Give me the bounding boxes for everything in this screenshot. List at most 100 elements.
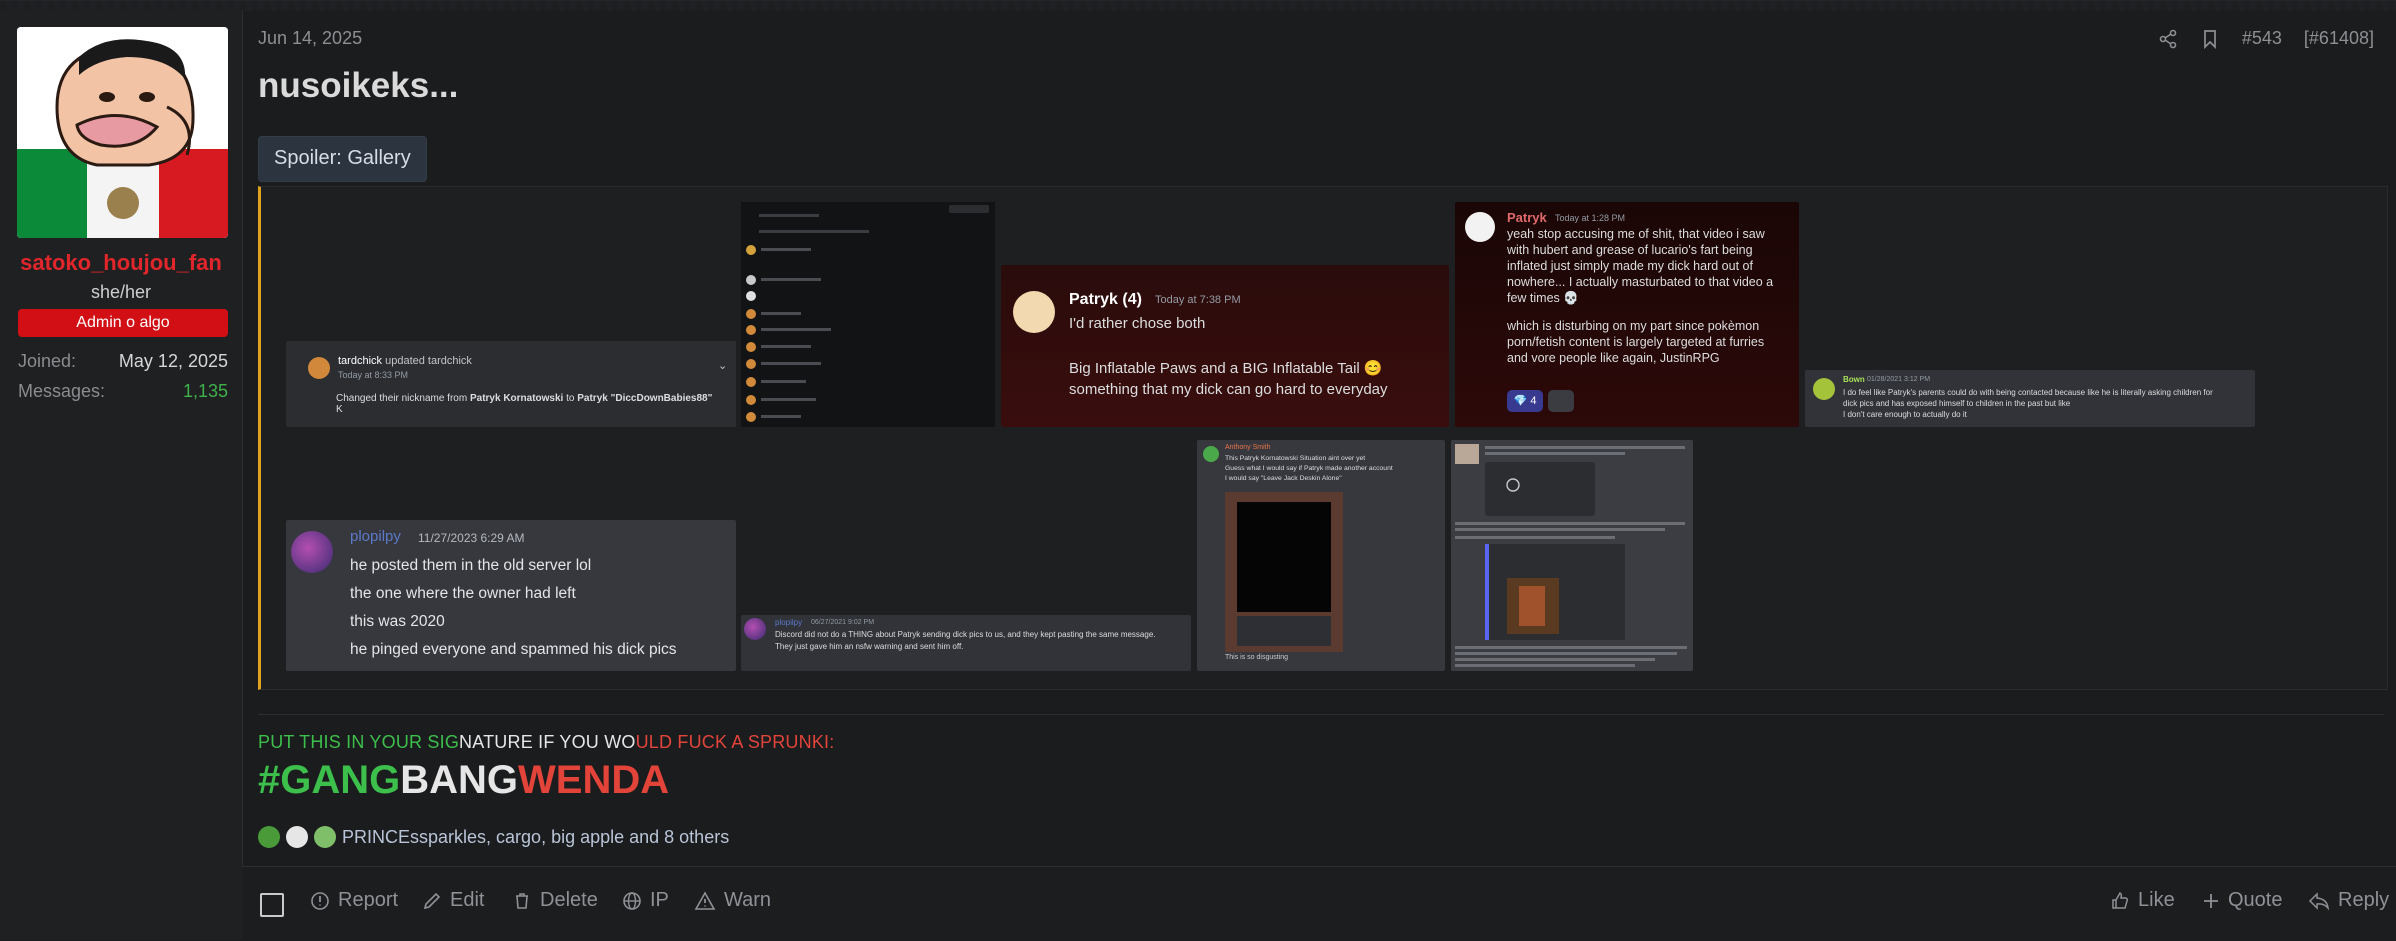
thumb-7-user: plopilpy [775, 618, 803, 627]
thumbs-up-icon [2112, 891, 2129, 909]
edit-icon [423, 892, 441, 909]
thumb-8-footer: This is so disgusting [1225, 654, 1289, 661]
reply-icon [2308, 891, 2330, 910]
thumb-4-line5: few times 💀 [1507, 291, 1579, 305]
edit-button[interactable]: Edit [422, 889, 484, 912]
thumb-1-user: tardchick [338, 355, 383, 367]
thumb-1-to-word: to [566, 393, 575, 404]
joined-label: Joined: [18, 351, 77, 371]
avatar-image [17, 27, 228, 238]
add-reaction-icon [1548, 390, 1574, 412]
reactions-bar[interactable]: PRINCEssparkles, cargo, big apple and 8 … [258, 826, 729, 848]
gallery-image-4[interactable]: Patryk Today at 1:28 PM yeah stop accusi… [1455, 202, 1799, 427]
thumb-3-time: Today at 7:38 PM [1155, 294, 1241, 306]
spoiler-toggle-button[interactable]: Spoiler: Gallery [258, 136, 427, 182]
select-post-checkbox[interactable] [260, 893, 284, 917]
thumb-3-line3: something that my dick can go hard to ev… [1069, 381, 1388, 398]
thumb-1-to: Patryk "DiccDownBabies88" [577, 393, 713, 404]
post-date[interactable]: Jun 14, 2025 [258, 28, 362, 49]
thumb-4-user: Patryk [1507, 210, 1547, 225]
edit-label: Edit [450, 889, 485, 911]
user-avatar [1013, 291, 1055, 333]
role-badge: Admin o algo [18, 309, 228, 337]
thumb-5-user: Bown [1843, 375, 1865, 384]
gallery-image-8[interactable]: Anthony Smith This Patryk Kornatowski Si… [1197, 440, 1445, 671]
thumb-8-body: This Patryk Kornatowski Situation aint o… [1225, 454, 1443, 484]
sig-line-green: PUT THIS IN YOUR SIG [258, 732, 460, 752]
joined-value: May 12, 2025 [118, 351, 228, 371]
thumb-1-from: Patryk Kornatowski [469, 393, 564, 404]
post-title: nusoikeks... [258, 66, 459, 105]
avatar[interactable] [17, 27, 228, 238]
thumb-4-line1: yeah stop accusing me of shit, that vide… [1507, 227, 1765, 241]
report-button[interactable]: Report [310, 889, 398, 912]
reactions-summary[interactable]: PRINCEssparkles, cargo, big apple and 8 … [342, 827, 729, 848]
delete-button[interactable]: Delete [512, 889, 598, 912]
user-avatar [744, 618, 766, 640]
ip-button[interactable]: IP [622, 889, 669, 912]
thumb-4-body: yeah stop accusing me of shit, that vide… [1507, 226, 1795, 366]
user-avatar [1813, 378, 1835, 400]
user-avatar [308, 357, 330, 379]
post-actions: #543 [#61408] [2158, 28, 2374, 49]
reply-label: Reply [2338, 889, 2390, 911]
reaction-skull-icon [286, 826, 308, 848]
thumb-2-content [741, 202, 995, 427]
thumb-9-content [1451, 440, 1693, 671]
like-label: Like [2138, 889, 2175, 911]
gallery-image-3[interactable]: Patryk (4) Today at 7:38 PM I'd rather c… [1001, 265, 1449, 427]
thumb-5-body: I do feel like Patryk's parents could do… [1843, 387, 2251, 420]
thumb-5-line1: I do feel like Patryk's parents could do… [1843, 388, 2213, 397]
user-avatar [291, 531, 333, 573]
thumb-3-user: Patryk (4) [1069, 291, 1142, 308]
share-icon[interactable] [2158, 29, 2178, 49]
delete-label: Delete [540, 889, 598, 911]
warn-button[interactable]: Warn [694, 889, 771, 912]
ip-label: IP [650, 889, 669, 911]
gallery-image-7[interactable]: plopilpy 06/27/2021 9:02 PM Discord did … [741, 615, 1191, 671]
reply-button[interactable]: Reply [2308, 889, 2389, 912]
gallery-image-1[interactable]: tardchick updated tardchick Today at 8:3… [286, 341, 736, 427]
gallery-image-5[interactable]: Bown 01/28/2021 3:12 PM I do feel like P… [1805, 370, 2255, 427]
thumb-1-tail: K [336, 404, 343, 415]
thumb-5-time: 01/28/2021 3:12 PM [1867, 376, 1931, 383]
user-sidebar: satoko_houjou_fan she/her Admin o algo J… [0, 10, 243, 940]
like-button[interactable]: Like [2110, 889, 2175, 912]
bookmark-icon[interactable] [2200, 29, 2220, 49]
thumb-1-line: Changed their nickname from [336, 393, 468, 404]
thumb-4-line7: porn/fetish content is largely targeted … [1507, 335, 1765, 349]
report-icon [311, 891, 329, 910]
thumb-4-line6: which is disturbing on my part since pok… [1507, 319, 1760, 333]
gallery-image-6[interactable]: plopilpy 11/27/2023 6:29 AM he posted th… [286, 520, 736, 671]
messages-row: Messages: 1,135 [18, 381, 228, 402]
gallery-image-2[interactable] [741, 202, 995, 427]
thumb-1-message: Changed their nickname from Patryk Korna… [336, 393, 734, 415]
thumb-6-line3: this was 2020 [350, 613, 445, 630]
thumb-8-line3: I would say "Leave Jack Deskin Alone" [1225, 475, 1342, 482]
thumb-7-body: Discord did not do a THING about Patryk … [775, 629, 1189, 653]
post-id[interactable]: [#61408] [2304, 28, 2374, 49]
quote-button[interactable]: Quote [2202, 889, 2282, 912]
thumb-7-line1: Discord did not do a THING about Patryk … [775, 630, 1156, 639]
trash-icon [516, 892, 528, 909]
post-number[interactable]: #543 [2242, 28, 2282, 49]
user-avatar [1203, 446, 1219, 462]
thumb-3-line2: Big Inflatable Paws and a BIG Inflatable… [1069, 360, 1383, 377]
thumb-6-body: he posted them in the old server lol the… [350, 552, 677, 664]
thumb-4-time: Today at 1:28 PM [1555, 213, 1626, 223]
thumb-6-user: plopilpy [350, 528, 401, 545]
plus-icon [2204, 893, 2218, 908]
thumb-6-line2: the one where the owner had left [350, 585, 576, 602]
gallery-image-9[interactable] [1451, 440, 1693, 671]
user-pronouns: she/her [90, 282, 152, 302]
thumb-4-line4: nowhere... I actually masturbated to tha… [1507, 275, 1774, 289]
thumb-3-line1: I'd rather chose both [1069, 315, 1206, 332]
thumb-8-user: Anthony Smith [1225, 444, 1271, 451]
sig-line-white: NATURE IF YOU WO [459, 732, 636, 752]
signature-line: PUT THIS IN YOUR SIGNATURE IF YOU WOULD … [258, 732, 834, 753]
sig-line-red: ULD FUCK A SPRUNKI: [635, 732, 835, 752]
username[interactable]: satoko_houjou_fan [0, 250, 242, 276]
reaction-frog-icon [258, 826, 280, 848]
warn-label: Warn [724, 889, 772, 911]
messages-value[interactable]: 1,135 [183, 381, 228, 402]
